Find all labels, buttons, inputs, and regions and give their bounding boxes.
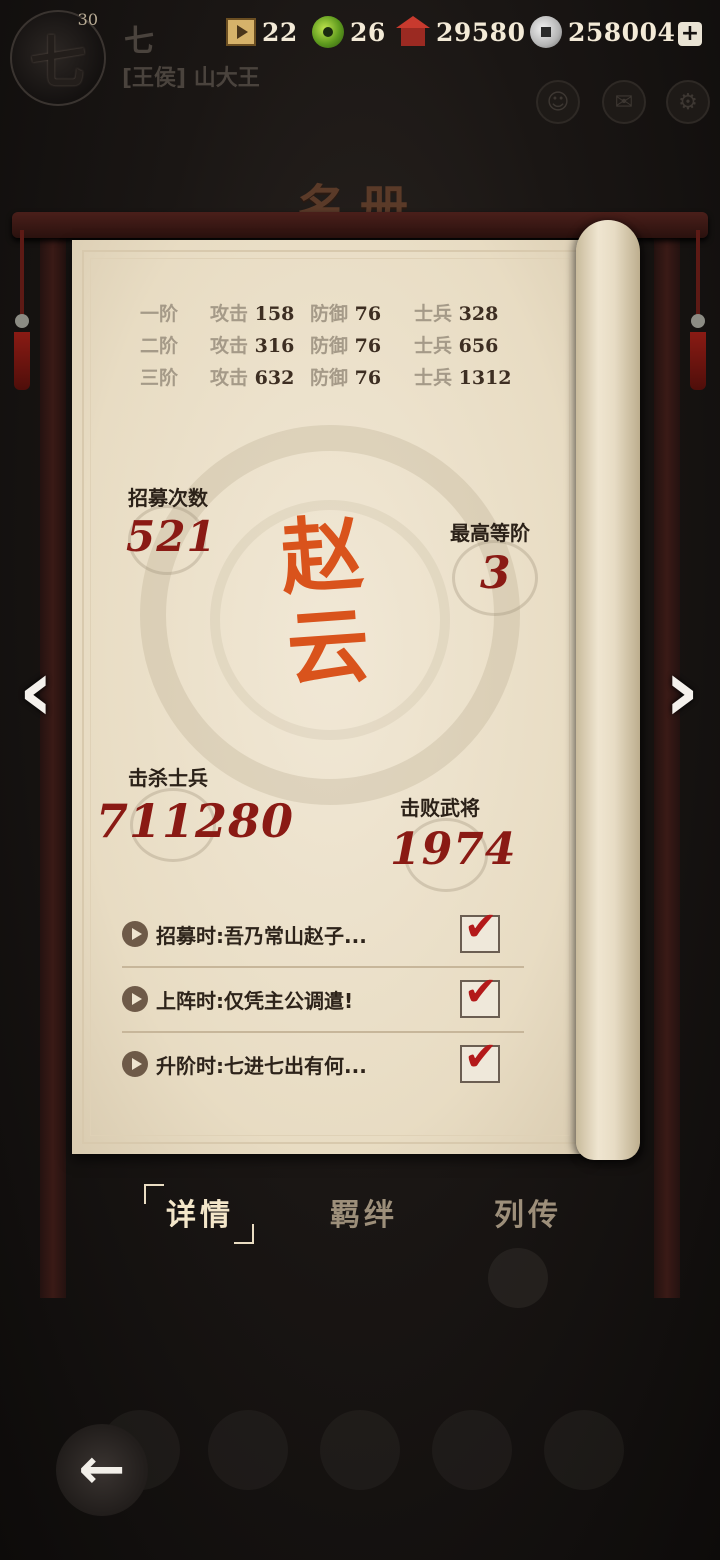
player-level: 30: [77, 10, 98, 29]
soldier-value: 656: [458, 334, 499, 357]
def-value: 76: [354, 366, 382, 389]
ghost-menu-icon: [432, 1410, 512, 1490]
tier-name: 二阶: [140, 334, 179, 357]
ghost-menu-icon: [320, 1410, 400, 1490]
checkmark-icon: ✔: [464, 904, 498, 950]
tassel-left-bead: [15, 314, 29, 328]
voice-line-text: 升阶时:七进七出有何...: [156, 1053, 367, 1078]
voice-checkbox[interactable]: ✔: [460, 972, 500, 1018]
def-label: 防御: [310, 334, 349, 357]
settings-button[interactable]: ⚙: [666, 80, 710, 124]
resource-value: 258004: [568, 17, 676, 47]
back-button[interactable]: ←: [56, 1424, 148, 1516]
scroll-ticket-icon: [226, 18, 256, 46]
tier-row-1: 一阶 攻击 158 防御 76 士兵 328: [140, 297, 498, 327]
atk-value: 316: [254, 334, 295, 357]
ghost-menu-icon: [488, 1248, 548, 1308]
tier-row-2: 二阶 攻击 316 防御 76 士兵 656: [140, 329, 498, 359]
hero-name-char-1: 赵: [277, 505, 367, 607]
atk-label: 攻击: [210, 366, 249, 389]
house-food-icon: [396, 16, 430, 48]
player-name: 七: [124, 24, 154, 59]
back-arrow-icon: ←: [78, 1437, 126, 1502]
max-tier-value: 3: [480, 548, 512, 599]
play-icon[interactable]: [122, 921, 148, 947]
tab-label: 详情: [166, 1198, 234, 1233]
checkmark-icon: ✔: [464, 1034, 498, 1080]
jade-icon: [312, 16, 344, 48]
tier-name: 三阶: [140, 366, 179, 389]
friends-icon: ☺: [546, 89, 570, 115]
soldier-label: 士兵: [414, 334, 453, 357]
play-icon[interactable]: [122, 986, 148, 1012]
atk-value: 158: [254, 302, 295, 325]
tassel-left-cord: [20, 230, 24, 326]
voice-line-text: 招募时:吾乃常山赵子...: [156, 923, 367, 948]
voice-line-recruit[interactable]: 招募时:吾乃常山赵子... ✔: [122, 902, 524, 966]
play-icon[interactable]: [122, 1051, 148, 1077]
tier-row-3: 三阶 攻击 632 防御 76 士兵 1312: [140, 361, 512, 391]
resource-value: 26: [350, 17, 386, 47]
ghost-menu-icon: [208, 1410, 288, 1490]
mail-button[interactable]: ✉: [602, 80, 646, 124]
resource-value: 29580: [436, 17, 526, 47]
resource-value: 22: [262, 17, 298, 47]
resource-silver[interactable]: 258004: [530, 14, 675, 50]
next-hero-arrow-icon[interactable]: ›: [652, 648, 712, 734]
player-avatar[interactable]: 七 30: [10, 10, 106, 106]
tassel-right-cord: [696, 230, 700, 326]
tassel-left-icon: [14, 332, 30, 390]
tassel-right-bead: [691, 314, 705, 328]
gear-icon: ⚙: [678, 89, 698, 115]
soldier-value: 1312: [458, 366, 512, 389]
defeats-label: 击败武将: [400, 796, 480, 820]
tier-name: 一阶: [140, 302, 179, 325]
defeats-value: 1974: [390, 824, 517, 875]
recruit-count-value: 521: [126, 512, 217, 561]
atk-label: 攻击: [210, 334, 249, 357]
prev-hero-arrow-icon[interactable]: ‹: [6, 648, 66, 734]
recruit-count-label: 招募次数: [128, 486, 208, 510]
tab-details[interactable]: 详情: [144, 1184, 254, 1244]
frame-left-post: [40, 238, 66, 1298]
soldier-value: 328: [458, 302, 499, 325]
tab-biography[interactable]: 列传: [494, 1190, 562, 1234]
player-title: [王侯] 山大王: [122, 66, 260, 91]
tab-label: 羁绊: [330, 1198, 398, 1233]
checkmark-icon: ✔: [464, 969, 498, 1015]
soldier-label: 士兵: [414, 302, 453, 325]
soldier-label: 士兵: [414, 366, 453, 389]
kills-label: 击杀士兵: [128, 766, 208, 790]
max-tier-label: 最高等阶: [450, 521, 530, 545]
atk-value: 632: [254, 366, 295, 389]
hero-name: 赵 云: [264, 505, 387, 699]
def-value: 76: [354, 302, 382, 325]
voice-checkbox[interactable]: ✔: [460, 907, 500, 953]
tab-bonds[interactable]: 羁绊: [330, 1190, 398, 1234]
mail-icon: ✉: [614, 89, 634, 115]
hero-name-char-2: 云: [283, 597, 373, 699]
ghost-menu-icon: [544, 1410, 624, 1490]
kills-value: 711280: [96, 794, 295, 848]
voice-line-promote[interactable]: 升阶时:七进七出有何... ✔: [122, 1032, 524, 1096]
resource-jade[interactable]: 26: [312, 14, 386, 50]
atk-label: 攻击: [210, 302, 249, 325]
silver-coin-icon: [530, 16, 562, 48]
voice-line-text: 上阵时:仅凭主公调遣!: [156, 988, 354, 1013]
add-currency-button[interactable]: +: [678, 22, 702, 46]
avatar-glyph: 七: [30, 29, 86, 96]
friends-button[interactable]: ☺: [536, 80, 580, 124]
scroll-roller: [576, 220, 640, 1160]
voice-line-deploy[interactable]: 上阵时:仅凭主公调遣! ✔: [122, 967, 524, 1031]
def-label: 防御: [310, 366, 349, 389]
tassel-right-icon: [690, 332, 706, 390]
voice-checkbox[interactable]: ✔: [460, 1037, 500, 1083]
frame-right-post: [654, 238, 680, 1298]
resource-food[interactable]: 29580: [396, 14, 525, 50]
tab-label: 列传: [494, 1198, 562, 1233]
resource-scroll-ticket[interactable]: 22: [226, 14, 298, 50]
def-value: 76: [354, 334, 382, 357]
def-label: 防御: [310, 302, 349, 325]
